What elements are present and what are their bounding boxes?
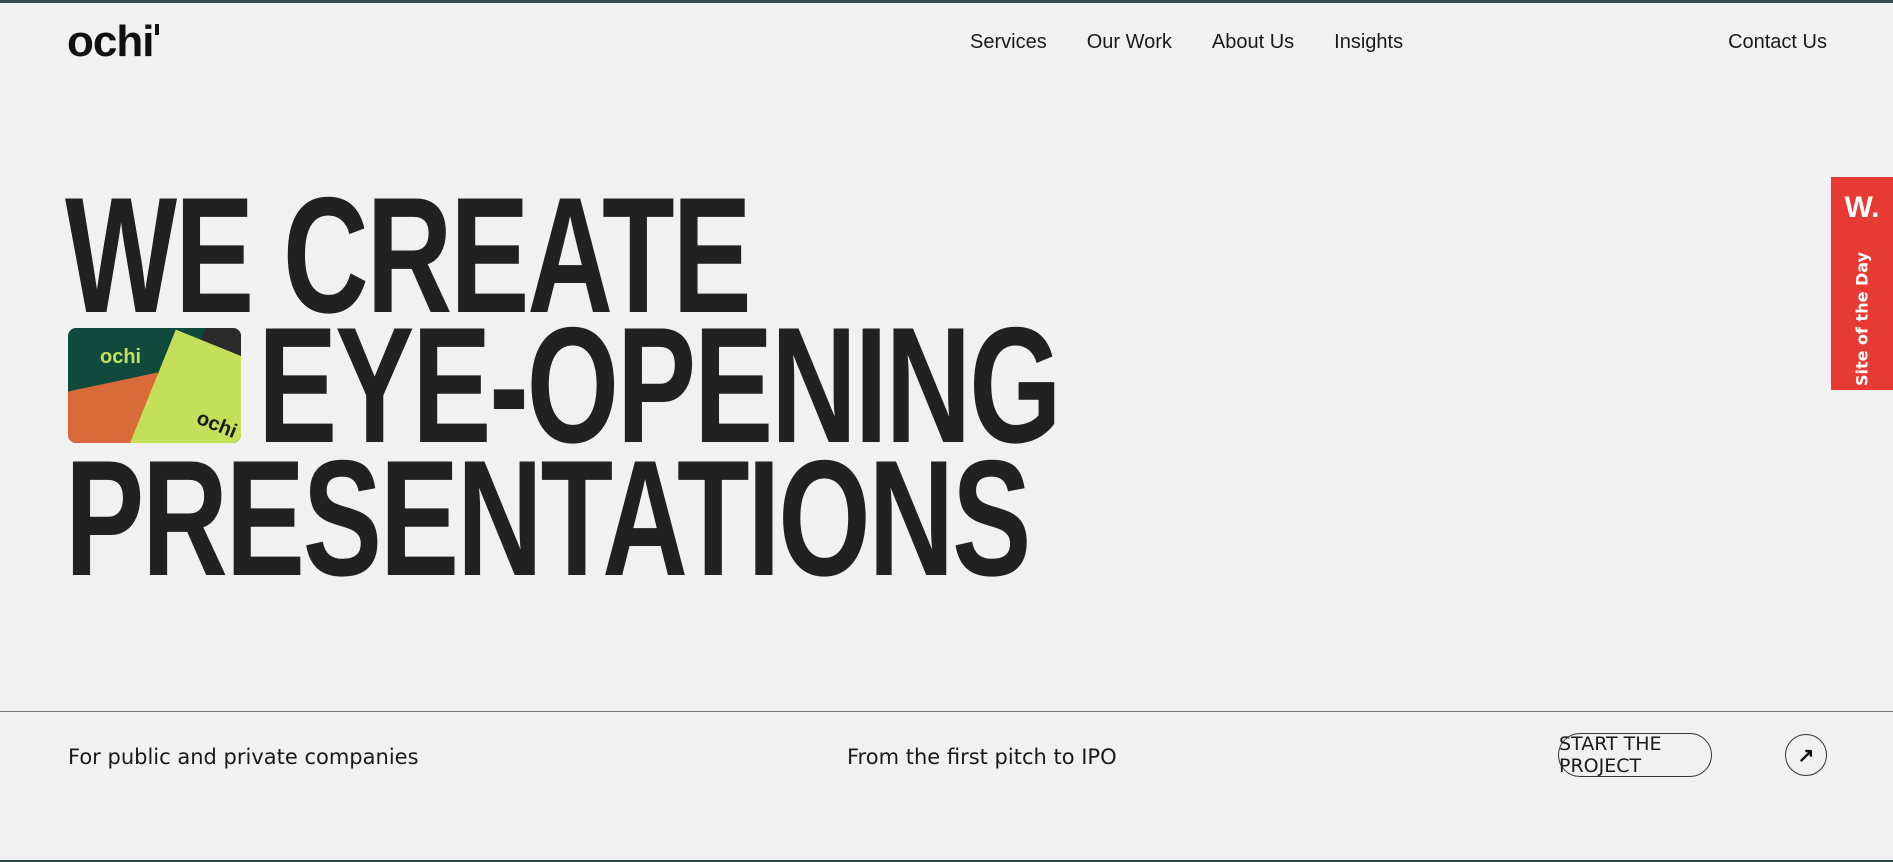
site-of-the-day-badge[interactable]: W. Site of the Day — [1831, 177, 1893, 390]
logo-dot — [155, 24, 160, 35]
logo[interactable]: ochi — [67, 17, 160, 66]
nav-insights[interactable]: Insights — [1334, 30, 1403, 54]
tagline-middle: From the first pitch to IPO — [847, 745, 1117, 769]
top-border — [0, 0, 1893, 3]
nav-our-work[interactable]: Our Work — [1087, 30, 1172, 54]
nav-services[interactable]: Services — [970, 30, 1047, 54]
nav-about-us[interactable]: About Us — [1212, 30, 1294, 54]
badge-label: Site of the Day — [1852, 251, 1872, 387]
contact-link[interactable]: Contact Us — [1728, 30, 1827, 54]
main-nav: Services Our Work About Us Insights — [970, 30, 1403, 54]
badge-mark: W. — [1844, 191, 1880, 224]
thumb-brand-text: ochi — [100, 346, 142, 368]
hero-line-3: PRESENTATIONS — [65, 426, 1031, 610]
tagline-left: For public and private companies — [68, 745, 419, 769]
divider — [0, 711, 1893, 712]
logo-text: ochi — [67, 17, 154, 66]
arrow-up-right-icon[interactable]: ↗ — [1785, 734, 1827, 776]
start-project-button[interactable]: START THE PROJECT — [1558, 733, 1712, 777]
